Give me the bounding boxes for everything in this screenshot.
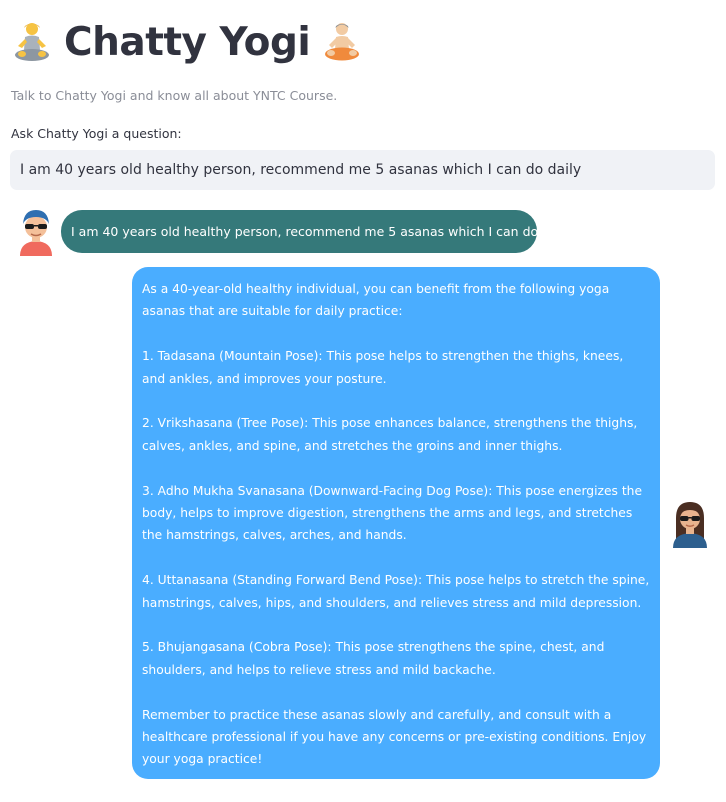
man-in-lotus-position-icon — [325, 23, 360, 61]
bot-message-paragraph: 2. Vrikshasana (Tree Pose): This pose en… — [142, 416, 638, 453]
question-input-label: Ask Chatty Yogi a question: — [11, 126, 182, 141]
bot-message-bubble: As a 40-year-old healthy individual, you… — [132, 267, 660, 779]
bot-message-paragraph: As a 40-year-old healthy individual, you… — [142, 282, 610, 319]
bot-message-paragraph: Remember to practice these asanas slowly… — [142, 707, 647, 767]
bot-message-paragraph: 4. Uttanasana (Standing Forward Bend Pos… — [142, 573, 650, 610]
person-in-lotus-position-icon — [15, 23, 49, 61]
user-message-bubble: I am 40 years old healthy person, recomm… — [61, 210, 572, 253]
question-input[interactable]: I am 40 years old healthy person, recomm… — [10, 150, 715, 190]
page-title: Chatty Yogi — [64, 19, 311, 65]
bot-message-paragraph: 5. Bhujangasana (Cobra Pose): This pose … — [142, 640, 605, 677]
bot-message-paragraph: 3. Adho Mukha Svanasana (Downward-Facing… — [142, 483, 643, 543]
user-avatar-icon — [20, 210, 52, 256]
page-subtitle: Talk to Chatty Yogi and know all about Y… — [11, 88, 338, 103]
bot-avatar-icon — [673, 502, 707, 548]
page-header: Chatty Yogi — [10, 14, 364, 70]
bot-message-paragraph: 1. Tadasana (Mountain Pose): This pose h… — [142, 349, 624, 386]
